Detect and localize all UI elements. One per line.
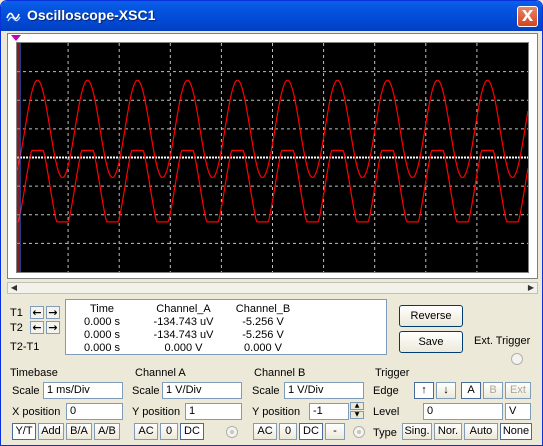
mode-ab-button[interactable]: A/B (94, 423, 120, 440)
ext-trigger-label: Ext. Trigger (474, 335, 531, 347)
channel-a-ypos-label: Y position (132, 406, 181, 418)
mode-yt-button[interactable]: Y/T (12, 423, 36, 440)
channel-b-scale-field[interactable]: 1 V/Div (284, 382, 364, 399)
window-title: Oscilloscope-XSC1 (27, 7, 156, 23)
t2-left-button[interactable]: ← (30, 321, 44, 334)
t1-right-button[interactable]: → (46, 306, 60, 319)
arrow-right-icon: → (48, 321, 58, 334)
timebase-scale-field[interactable]: 1 ms/Div (43, 382, 123, 399)
oscilloscope-window: Oscilloscope-XSC1 X ◀ ▶ T1 ← → T2 ← → T2… (0, 0, 543, 446)
falling-edge-button[interactable]: ↓ (436, 382, 456, 399)
channel-b-ypos-field[interactable]: -1 (309, 403, 349, 420)
scope-display-frame (7, 33, 538, 279)
readout-t2-channel-a: -134.743 uV (153, 329, 214, 341)
trigger-edge-label: Edge (373, 385, 399, 397)
channel-b-title: Channel B (254, 367, 306, 379)
falling-edge-icon: ↓ (443, 384, 449, 396)
t1-left-button[interactable]: ← (30, 306, 44, 319)
readout-t2-time: 0.000 s (83, 329, 121, 341)
close-button[interactable]: X (517, 6, 538, 27)
trigger-type-none-button[interactable]: None (500, 423, 532, 440)
channel-a-dc-button[interactable]: DC (180, 423, 204, 440)
trigger-level-field[interactable]: 0 (423, 403, 503, 420)
trigger-type-normal-button[interactable]: Nor. (434, 423, 462, 440)
mode-add-button[interactable]: Add (38, 423, 64, 440)
channel-b-zero-button[interactable]: 0 (279, 423, 297, 440)
arrow-left-icon: ← (32, 306, 42, 319)
channel-b-ypos-label: Y position (252, 406, 301, 418)
t2-t1-label: T2-T1 (10, 341, 40, 353)
channel-b-ac-button[interactable]: AC (253, 423, 277, 440)
scroll-left-icon[interactable]: ◀ (8, 283, 20, 293)
arrow-left-icon: ← (32, 321, 42, 334)
trigger-type-single-button[interactable]: Sing. (402, 423, 432, 440)
rising-edge-button[interactable]: ↑ (414, 382, 434, 399)
trigger-position-marker[interactable] (11, 35, 21, 41)
t2-label: T2 (10, 322, 23, 334)
channel-a-terminal[interactable] (226, 426, 238, 438)
waveform-plot (17, 43, 528, 272)
trigger-source-b-button[interactable]: B (483, 382, 503, 399)
channel-b-scale-label: Scale (252, 385, 280, 397)
ypos-spin-down-icon[interactable]: ▼ (350, 411, 364, 419)
readout-header-time: Time (89, 303, 115, 315)
readout-time-column: Time 0.000 s 0.000 s 0.000 s (72, 303, 132, 355)
readout-header-channel-a: Channel_A (156, 303, 211, 315)
timebase-title: Timebase (10, 367, 58, 379)
arrow-right-icon: → (48, 306, 58, 319)
t1-label: T1 (10, 307, 23, 319)
readout-header-channel-b: Channel_B (235, 303, 291, 315)
trigger-level-unit[interactable]: V (505, 403, 531, 420)
t2-right-button[interactable]: → (46, 321, 60, 334)
timebase-scale-label: Scale (12, 385, 40, 397)
readout-diff-channel-b: 0.000 V (244, 342, 282, 354)
channel-a-ac-button[interactable]: AC (134, 423, 158, 440)
readout-t1-time: 0.000 s (83, 316, 121, 328)
mode-ba-button[interactable]: B/A (66, 423, 92, 440)
scroll-right-icon[interactable]: ▶ (525, 283, 537, 293)
trigger-source-ext-button[interactable]: Ext (505, 382, 531, 399)
readout-t1-channel-a: -134.743 uV (153, 316, 214, 328)
readout-channel-a-column: Channel_A -134.743 uV -134.743 uV 0.000 … (146, 303, 221, 355)
trigger-type-auto-button[interactable]: Auto (464, 423, 498, 440)
x-position-field[interactable]: 0 (66, 403, 123, 420)
trigger-source-a-button[interactable]: A (461, 382, 481, 399)
channel-a-scale-field[interactable]: 1 V/Div (162, 382, 242, 399)
channel-b-minus-button[interactable]: - (325, 423, 345, 440)
readout-diff-time: 0.000 s (83, 342, 121, 354)
trigger-type-label: Type (373, 427, 397, 439)
trigger-title: Trigger (375, 367, 410, 379)
trigger-level-label: Level (373, 406, 400, 418)
save-button[interactable]: Save (399, 331, 463, 353)
readout-t1-channel-b: -5.256 V (242, 316, 284, 328)
oscilloscope-app-icon (6, 12, 21, 22)
title-bar[interactable]: Oscilloscope-XSC1 X (1, 1, 542, 31)
scope-screen[interactable] (16, 42, 529, 273)
channel-b-terminal[interactable] (353, 426, 365, 438)
channel-b-dc-button[interactable]: DC (299, 423, 323, 440)
readout-channel-b-column: Channel_B -5.256 V -5.256 V 0.000 V (228, 303, 298, 355)
rising-edge-icon: ↑ (421, 384, 427, 396)
x-position-label: X position (12, 406, 61, 418)
readout-diff-channel-a: 0.000 V (164, 342, 203, 354)
cursor-readout-table: Time 0.000 s 0.000 s 0.000 s Channel_A -… (65, 299, 387, 355)
ext-trigger-terminal[interactable] (511, 353, 523, 365)
channel-a-scale-label: Scale (132, 385, 160, 397)
ypos-spin-up-icon[interactable]: ▲ (350, 402, 364, 410)
channel-a-ypos-field[interactable]: 1 (185, 403, 242, 420)
readout-t2-channel-b: -5.256 V (242, 329, 284, 341)
reverse-button[interactable]: Reverse (399, 305, 463, 327)
channel-a-title: Channel A (135, 367, 186, 379)
channel-a-zero-button[interactable]: 0 (160, 423, 178, 440)
time-scrollbar[interactable]: ◀ ▶ (7, 282, 538, 294)
close-icon: X (521, 7, 534, 25)
